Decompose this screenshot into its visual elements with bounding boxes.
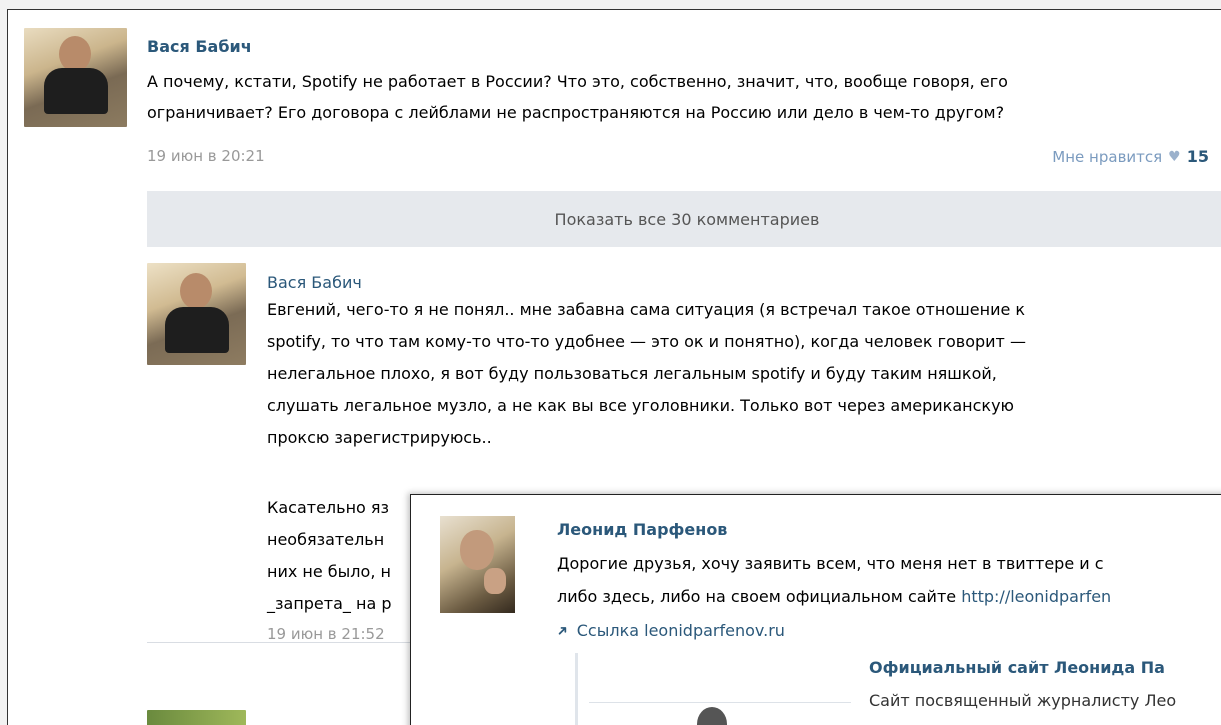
site-description: Сайт посвященный журналисту Лео [869,691,1177,710]
post-text-line: А почему, кстати, Spotify не работает в … [147,72,1008,91]
site-thumbnail[interactable] [589,702,851,725]
comment-divider [147,642,412,643]
post-text-line: ограничивает? Его договора с лейблами не… [147,103,1005,122]
popup-author-avatar[interactable] [440,516,515,613]
show-all-comments-button[interactable]: Показать все 30 комментариев [147,191,1221,247]
popup-text-segment: либо здесь, либо на своем официальном са… [557,587,962,606]
popup-text: Дорогие друзья, хочу заявить всем, что м… [557,547,1111,613]
comment-text-line: Касательно яз [267,498,390,517]
next-comment-avatar[interactable] [147,710,246,725]
repost-popup: Леонид Парфенов Дорогие друзья, хочу зая… [410,494,1221,725]
attachment-bar [575,653,578,725]
site-title[interactable]: Официальный сайт Леонида Па [869,658,1165,677]
post-date[interactable]: 19 июн в 20:21 [147,147,265,165]
thumbnail-portrait [697,707,727,725]
heart-icon: ♥ [1168,148,1181,165]
comment-text-line: spotify, то что там кому-то что-то удобн… [267,332,1026,351]
popup-link-attachment[interactable]: ➜ Ссылка leonidparfenov.ru [553,621,785,641]
popup-link-label: Ссылка leonidparfenov.ru [576,621,785,640]
comment-date[interactable]: 19 июн в 21:52 [267,625,385,643]
comment-text-line: проксю зарегистрируюсь.. [267,428,492,447]
comment-author-avatar[interactable] [147,263,246,365]
popup-author-name[interactable]: Леонид Парфенов [557,520,727,539]
popup-site-link[interactable]: http://leonidparfen [961,587,1111,606]
popup-text-line-2: либо здесь, либо на своем официальном са… [557,580,1111,613]
like-label: Мне нравится [1052,147,1163,166]
comment-text-line: нелегальное плохо, я вот буду пользовать… [267,364,997,383]
comment-author-name[interactable]: Вася Бабич [267,273,362,292]
link-arrow-icon: ➜ [553,620,573,641]
popup-text-line: Дорогие друзья, хочу заявить всем, что м… [557,554,1104,573]
comment-text-line: них не было, н [267,562,391,581]
comment-text-line: необязательн [267,530,385,549]
post-author-name[interactable]: Вася Бабич [147,37,252,56]
comment-text-line: Евгений, чего-то я не понял.. мне забавн… [267,300,1026,319]
comment-text-line: слушать легальное музло, а не как вы все… [267,396,1015,415]
post-author-avatar[interactable] [24,28,127,127]
wall-feed: Вася Бабич А почему, кстати, Spotify не … [7,9,1221,725]
like-count: 15 [1186,147,1209,166]
post-like-button[interactable]: Мне нравится ♥ 15 [1052,147,1209,166]
comment-text-line: _запрета_ на р [267,594,392,613]
